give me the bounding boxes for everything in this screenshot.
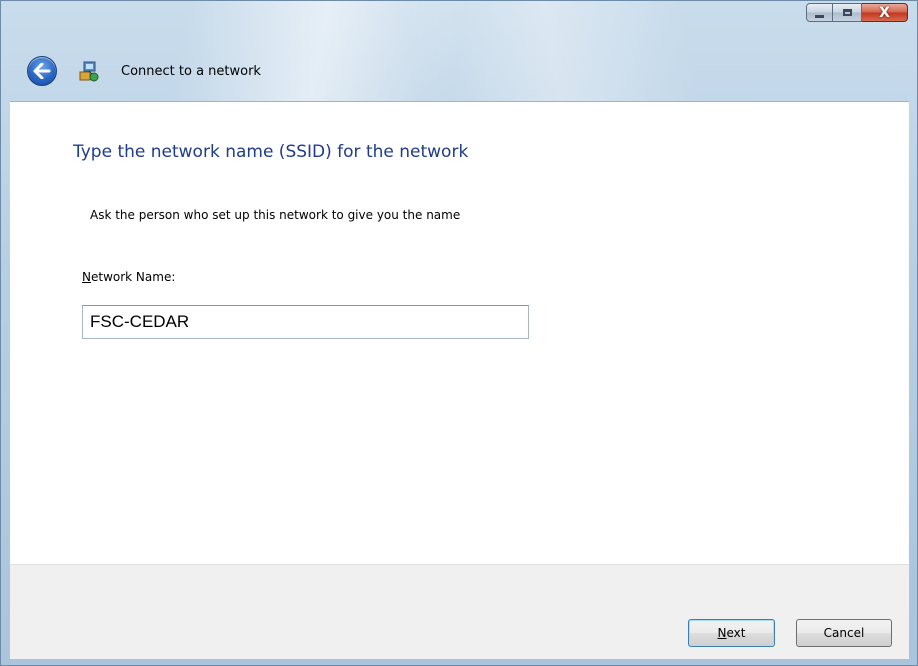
network-name-input[interactable]	[82, 305, 529, 339]
cancel-button[interactable]: Cancel	[796, 619, 892, 647]
maximize-icon	[842, 9, 852, 16]
dialog-window: X Connect to a network Type the network …	[0, 0, 918, 666]
next-mnemonic: N	[717, 626, 727, 640]
next-button[interactable]: Next	[688, 619, 775, 647]
content-area: Type the network name (SSID) for the net…	[10, 101, 909, 565]
close-button[interactable]: X	[862, 3, 908, 22]
network-connect-icon	[79, 61, 99, 82]
instruction-text: Ask the person who set up this network t…	[90, 208, 461, 222]
back-button[interactable]	[27, 56, 57, 86]
next-label: ext	[726, 626, 746, 640]
label-text: etwork Name:	[90, 270, 176, 284]
close-icon: X	[879, 4, 890, 21]
network-name-label: Network Name:	[82, 270, 175, 284]
label-mnemonic: N	[82, 270, 91, 284]
dialog-title: Connect to a network	[121, 64, 261, 79]
minimize-button[interactable]	[806, 3, 833, 22]
page-heading: Type the network name (SSID) for the net…	[73, 142, 469, 162]
cancel-label: Cancel	[823, 626, 865, 640]
navigation-bar: Connect to a network	[1, 51, 917, 101]
window-controls: X	[806, 3, 908, 24]
maximize-button[interactable]	[833, 3, 862, 22]
button-bar: Next Cancel	[10, 564, 909, 659]
minimize-icon	[815, 14, 824, 18]
back-arrow-icon	[33, 63, 51, 79]
